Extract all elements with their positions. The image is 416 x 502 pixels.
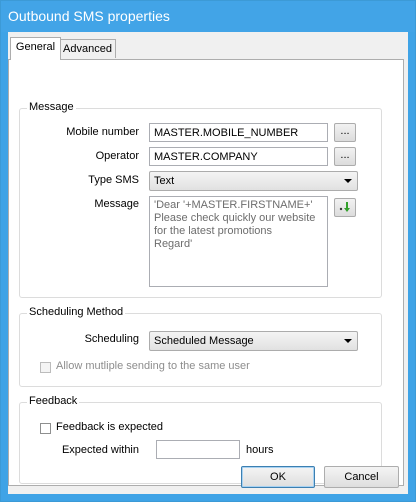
green-arrow-insert-icon [338, 202, 352, 216]
type-sms-value: Text [154, 175, 175, 187]
tab-advanced[interactable]: Advanced [59, 39, 116, 58]
operator-browse-button[interactable]: ... [334, 147, 356, 166]
type-sms-label: Type SMS [88, 174, 139, 186]
chevron-down-icon [344, 179, 352, 183]
scheduling-group-title: Scheduling Method [27, 306, 126, 318]
expected-within-label: Expected within [61, 444, 139, 456]
insert-field-button[interactable] [334, 198, 356, 217]
expected-within-field[interactable] [156, 440, 240, 459]
cancel-button[interactable]: Cancel [324, 466, 399, 488]
chevron-down-icon [344, 339, 352, 343]
mobile-number-field[interactable]: MASTER.MOBILE_NUMBER [149, 123, 328, 142]
feedback-group-title: Feedback [27, 395, 80, 407]
allow-multiple-label: Allow mutliple sending to the same user [56, 360, 250, 372]
hours-label: hours [246, 444, 274, 456]
operator-label: Operator [95, 150, 139, 162]
message-textarea[interactable]: 'Dear '+MASTER.FIRSTNAME+' Please check … [149, 196, 328, 287]
dialog-client-area: General Advanced Message Mobile number M… [8, 32, 408, 494]
tab-general[interactable]: General [10, 37, 61, 60]
tab-panel-general: Message Mobile number MASTER.MOBILE_NUMB… [8, 59, 404, 486]
feedback-label: Feedback is expected [56, 421, 164, 433]
feedback-checkbox[interactable] [40, 423, 51, 434]
mobile-number-browse-button[interactable]: ... [334, 123, 356, 142]
allow-multiple-checkbox[interactable] [40, 362, 51, 373]
window-title: Outbound SMS properties [8, 8, 170, 24]
dialog-window: Outbound SMS properties General Advanced… [0, 0, 416, 502]
message-group-title: Message [27, 101, 76, 113]
title-bar[interactable]: Outbound SMS properties [1, 1, 415, 32]
tab-general-label: General [15, 41, 56, 53]
tab-advanced-label: Advanced [63, 43, 112, 55]
message-label: Message [94, 198, 139, 210]
operator-field[interactable]: MASTER.COMPANY [149, 147, 328, 166]
scheduling-select[interactable]: Scheduled Message [149, 331, 358, 351]
mobile-number-label: Mobile number [66, 126, 139, 138]
scheduling-value: Scheduled Message [154, 335, 254, 347]
type-sms-select[interactable]: Text [149, 171, 358, 191]
ok-button[interactable]: OK [241, 466, 315, 488]
scheduling-label: Scheduling [84, 333, 139, 345]
